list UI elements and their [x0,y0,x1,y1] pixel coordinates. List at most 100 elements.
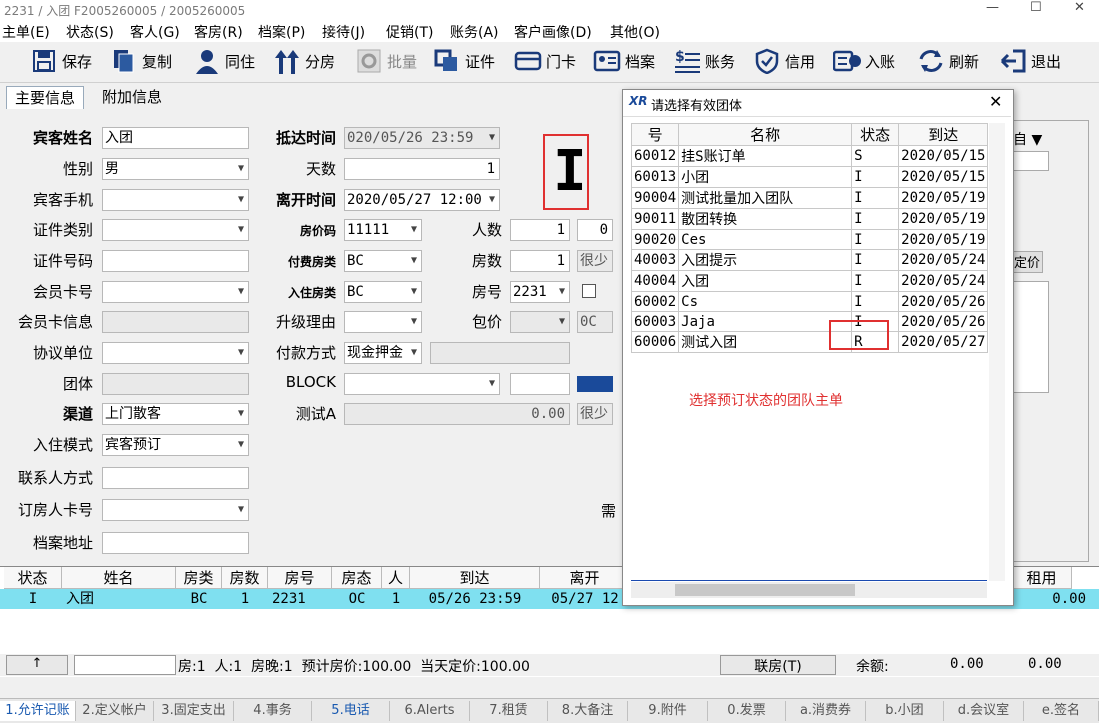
credit-button[interactable]: 信用 [753,44,815,78]
menu-status[interactable]: 状态(S) [66,22,114,42]
arrive-input[interactable]: 020/05/26 23:59 ▼ [344,127,500,149]
table-row[interactable]: 40004 入团 I 2020/05/24 [630,270,989,292]
menu-accounts[interactable]: 账务(A) [450,22,499,42]
tab-signature[interactable]: e.签名 [1024,701,1099,721]
tab-voucher[interactable]: a.消费券 [786,701,866,721]
maximize-button[interactable]: ☐ [1030,0,1042,15]
ticket-icon[interactable] [577,376,613,392]
link-room-button[interactable]: 联房(T) [720,655,836,675]
table-row[interactable]: 60013 小团 I 2020/05/15 [630,166,989,188]
column-header[interactable]: 号 [630,123,680,146]
grid-header[interactable]: 房数 [222,567,268,589]
table-row[interactable]: 60002 Cs I 2020/05/26 [630,291,989,312]
stay-room-select[interactable]: BC ▼ [344,281,422,303]
grid-header[interactable]: 到达 [410,567,540,589]
persons-input[interactable]: 1 [510,219,570,241]
menu-promo[interactable]: 促销(T) [386,22,433,42]
tab-meeting-room[interactable]: d.会议室 [944,701,1024,721]
pay-room-select[interactable]: BC ▼ [344,250,422,272]
tab-small-group[interactable]: b.小团 [866,701,944,721]
upgrade-select[interactable]: ▼ [344,311,422,333]
rate-code-select[interactable]: 11111 ▼ [344,219,422,241]
grid-header[interactable]: 租用 [1012,567,1072,589]
door-card-button[interactable]: 门卡 [514,44,576,78]
persons-child-input[interactable]: 0 [577,219,613,241]
vertical-scrollbar[interactable] [989,123,1005,581]
cohabit-button[interactable]: 同住 [193,44,255,78]
mode-select[interactable]: 宾客预订 ▼ [102,434,249,456]
guest-name-input[interactable]: 入团 [102,127,249,149]
right-panel-header[interactable]: 自 ▼ [1013,129,1053,149]
tab-alerts[interactable]: 6.Alerts [390,701,470,721]
split-room-button[interactable]: 分房 [273,44,335,78]
channel-select[interactable]: 上门散客 ▼ [102,403,249,425]
refresh-button[interactable]: 刷新 [917,44,979,78]
days-input[interactable]: 1 [344,158,500,180]
right-panel-field[interactable] [1013,151,1049,171]
agreement-select[interactable]: ▼ [102,342,249,364]
column-header[interactable]: 名称 [678,123,853,146]
copy-button[interactable]: 复制 [110,44,172,78]
table-row[interactable]: 60012 挂S账订单 S 2020/05/15 [630,145,989,167]
menu-portrait[interactable]: 客户画像(D) [514,22,592,42]
menu-other[interactable]: 其他(O) [610,22,660,42]
phone-select[interactable]: ▼ [102,189,249,211]
exit-button[interactable]: 退出 [999,44,1061,78]
tab-attachment[interactable]: 9.附件 [628,701,708,721]
rooms-input[interactable]: 1 [510,250,570,272]
tab-allow-charge[interactable]: 1.允许记账 [0,701,76,721]
group-field[interactable] [102,373,249,395]
address-input[interactable] [102,532,249,554]
cert-type-select[interactable]: ▼ [102,219,249,241]
block-extra-input[interactable] [510,373,570,395]
post-entry-button[interactable]: 入账 [833,44,895,78]
minimize-button[interactable]: — [986,0,999,15]
grid-header[interactable]: 状态 [4,567,62,589]
save-button[interactable]: 保存 [30,44,92,78]
accounts-button[interactable]: $ 账务 [673,44,735,78]
menu-main[interactable]: 主单(E) [2,22,50,42]
grid-header[interactable]: 姓名 [62,567,176,589]
room-lock-checkbox[interactable] [582,284,596,298]
price-button[interactable]: 定价 [1013,251,1043,273]
leave-input[interactable]: 2020/05/27 12:00 ▼ [344,189,500,211]
grid-header[interactable]: 房号 [268,567,332,589]
tab-big-note[interactable]: 8.大备注 [548,701,628,721]
gender-select[interactable]: 男 ▼ [102,158,249,180]
block-select[interactable]: ▼ [344,373,500,395]
tab-invoice[interactable]: 0.发票 [708,701,786,721]
summary-input[interactable] [74,655,176,675]
tab-phone[interactable]: 5.电话 [312,701,390,721]
column-header[interactable]: 状态 [851,123,900,146]
table-row[interactable]: 90011 散团转换 I 2020/05/19 [630,208,989,230]
room-no-select[interactable]: 2231 ▼ [510,281,570,303]
pay-method-select[interactable]: 现金押金 ▼ [344,342,422,364]
grid-header[interactable]: 房态 [332,567,382,589]
package-select[interactable]: ▼ [510,311,570,333]
table-row[interactable]: 60003 Jaja I 2020/05/26 [630,311,989,332]
grid-header[interactable]: 人 [382,567,410,589]
tab-fixed-expense[interactable]: 3.固定支出 [154,701,234,721]
contact-input[interactable] [102,467,249,489]
horizontal-scrollbar[interactable] [631,582,987,598]
right-panel-text[interactable] [1013,281,1049,393]
menu-guest[interactable]: 客人(G) [130,22,180,42]
cert-no-input[interactable] [102,250,249,272]
scroll-up-button[interactable]: ↑ [6,655,68,675]
menu-room[interactable]: 客房(R) [194,22,243,42]
table-row[interactable]: 90020 Ces I 2020/05/19 [630,229,989,250]
menu-reception[interactable]: 接待(J) [322,22,365,42]
scrollbar-thumb[interactable] [675,584,855,596]
tab-main-info[interactable]: 主要信息 [6,86,85,109]
booker-card-select[interactable]: ▼ [102,499,249,521]
tab-affairs[interactable]: 4.事务 [234,701,312,721]
tab-rental[interactable]: 7.租赁 [470,701,548,721]
member-card-select[interactable]: ▼ [102,281,249,303]
close-button[interactable]: ✕ [1074,0,1085,15]
table-row[interactable]: 40003 入团提示 I 2020/05/24 [630,249,989,271]
grid-header[interactable]: 房类 [176,567,222,589]
dialog-close-icon[interactable]: ✕ [989,92,1002,111]
column-header[interactable]: 到达 [898,123,989,146]
tab-define-account[interactable]: 2.定义帐户 [76,701,154,721]
certificate-button[interactable]: 证件 [433,44,495,78]
